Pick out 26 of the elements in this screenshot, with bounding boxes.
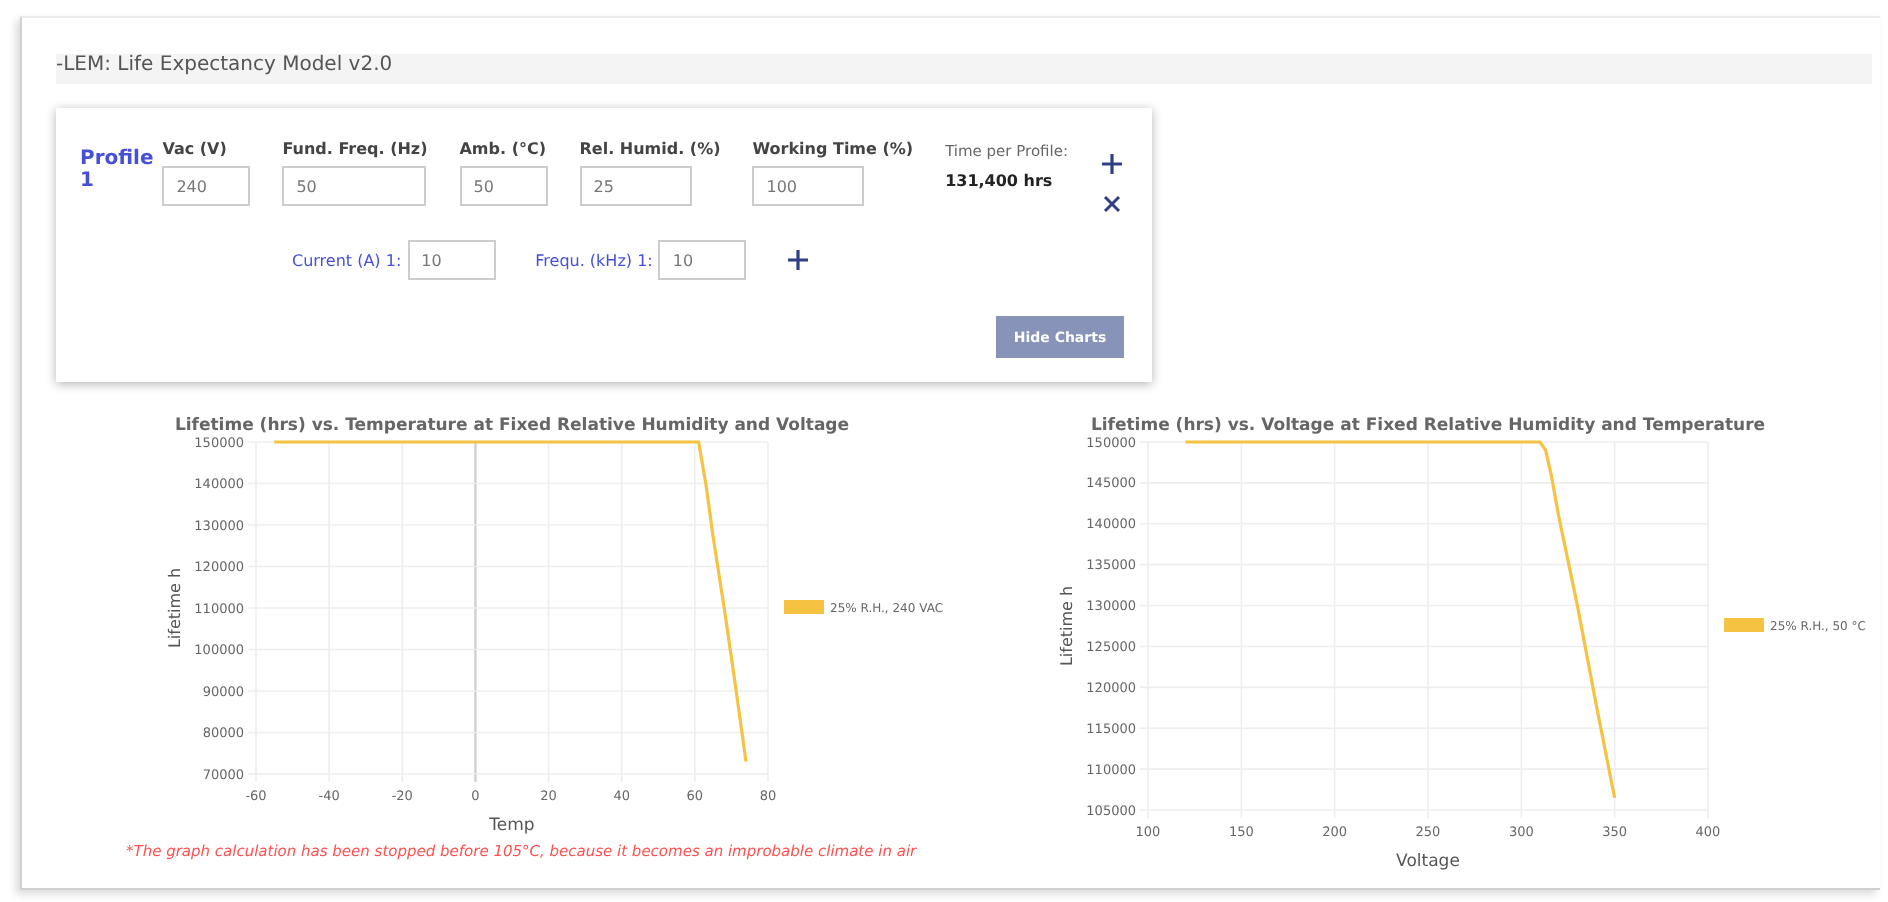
input-field[interactable]: 240	[162, 166, 251, 206]
axis-title: Lifetime h	[1058, 585, 1076, 667]
axis-title: Lifetime h	[166, 567, 184, 649]
close-icon[interactable]	[1100, 192, 1124, 216]
add-icon[interactable]	[786, 248, 811, 272]
time-value: 131,400 hrs	[945, 170, 1055, 194]
axis-title: Temp	[489, 816, 535, 836]
page-title: -LEM: Life Expectancy Model v2.0	[56, 54, 1872, 84]
input-field[interactable]: 10	[407, 240, 496, 280]
chart-title: Lifetime (hrs) vs. Temperature at Fixed Relative Humidity and Voltage	[174, 416, 850, 436]
chart-title: Lifetime (hrs) vs. Voltage at Fixed Relative Humidity and Temperature	[1090, 416, 1766, 436]
input-field[interactable]: 50	[459, 166, 548, 206]
profile-title: Profile 1	[80, 148, 156, 192]
field-label: Rel. Humid. (%)	[579, 140, 721, 158]
field-label: Vac (V)	[162, 140, 229, 158]
input-field[interactable]: 25	[579, 166, 692, 206]
field-label: Frequ. (kHz) 1:	[535, 251, 653, 269]
field-label: Current (A) 1:	[292, 251, 402, 269]
field-label: Amb. (°C)	[459, 140, 548, 158]
add-icon[interactable]	[1100, 152, 1124, 176]
input-field[interactable]: 50	[282, 166, 427, 206]
input-field[interactable]: 10	[658, 240, 747, 280]
field-label: Fund. Freq. (Hz)	[282, 140, 428, 158]
input-field[interactable]: 100	[752, 166, 865, 206]
axis-title: Voltage	[1396, 852, 1460, 872]
field-label: Working Time (%)	[752, 140, 914, 158]
